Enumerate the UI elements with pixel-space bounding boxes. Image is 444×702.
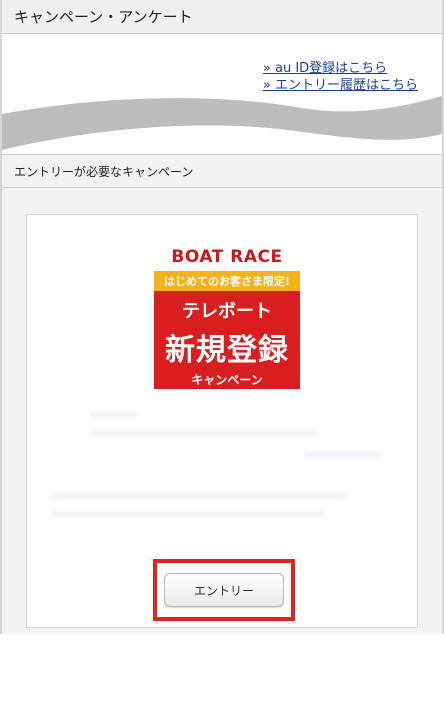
banner-line2: 新規登録 [165, 333, 289, 368]
decorative-wave [2, 96, 442, 154]
account-links: » au ID登録はこちら » エントリー履歴はこちら [263, 60, 418, 94]
page-frame: キャンペーン・アンケート » au ID登録はこちら » エントリー履歴はこちら… [0, 0, 444, 634]
entry-required-title: エントリーが必要なキャンペーン [14, 164, 194, 179]
banner-tag: はじめてのお客さま限定! [154, 271, 300, 291]
entry-button[interactable]: エントリー [164, 573, 284, 607]
entry-highlight-box: エントリー [153, 559, 295, 621]
banner-line1: テレボート [182, 301, 272, 322]
campaign-header: キャンペーン・アンケート [2, 0, 442, 34]
banner-line3: キャンペーン [191, 373, 263, 387]
entry-history-link[interactable]: » エントリー履歴はこちら [263, 77, 418, 94]
campaign-list: BOAT RACE はじめてのお客さま限定! テレボート 新規登録 キャンペーン… [2, 188, 442, 634]
campaign-banner-image[interactable]: BOAT RACE はじめてのお客さま限定! テレボート 新規登録 キャンペーン [154, 243, 300, 389]
au-id-register-link[interactable]: » au ID登録はこちら [263, 60, 387, 77]
campaign-card: BOAT RACE はじめてのお客さま限定! テレボート 新規登録 キャンペーン… [26, 214, 418, 628]
link-area: » au ID登録はこちら » エントリー履歴はこちら [2, 34, 442, 154]
campaign-header-title: キャンペーン・アンケート [14, 8, 193, 26]
campaign-period-blurred: ＿＿＿＿＿ ＿＿＿＿＿＿＿＿＿＿＿＿＿＿＿＿＿＿＿＿＿＿＿ [89, 406, 319, 435]
entry-required-header: エントリーが必要なキャンペーン [2, 154, 442, 188]
campaign-details-link-blurred[interactable]: ＿＿＿＿＿＿＿＿ [303, 443, 383, 461]
campaign-description-blurred: ＿＿＿＿＿＿＿＿＿＿＿＿＿＿＿＿＿＿＿＿＿＿＿＿＿＿＿ ＿＿＿＿＿＿＿＿＿＿＿＿… [51, 485, 348, 516]
banner-brand: BOAT RACE [154, 243, 300, 271]
